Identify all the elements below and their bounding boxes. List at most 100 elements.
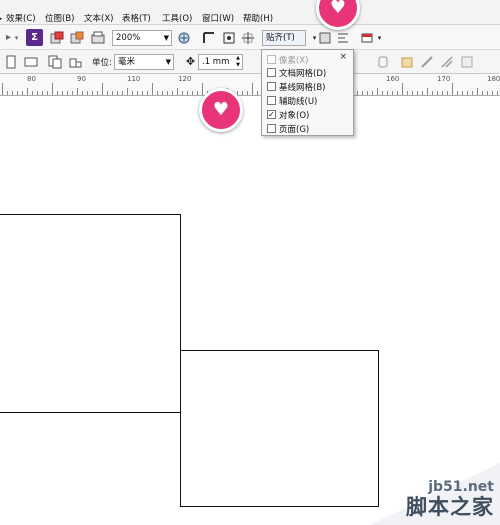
chevron-down-icon: ▼ <box>163 34 169 42</box>
menu-left-arrow[interactable]: ▸ <box>0 13 2 25</box>
all-pages-icon[interactable] <box>46 53 63 70</box>
menu-table[interactable]: 表格(T) <box>122 13 151 25</box>
chevron-down-icon: ▼ <box>165 58 171 66</box>
treat-as-filled-icon[interactable] <box>374 53 391 70</box>
nudge-icon: ✥ <box>185 55 196 68</box>
zoom-combo[interactable]: 200% ▼ <box>112 30 172 46</box>
watermark-name: 脚本之家 <box>406 495 494 519</box>
launcher-dropdown-arrow-icon[interactable]: ▾ <box>371 29 388 46</box>
ruler-tick <box>147 91 148 95</box>
ruler-tick <box>492 91 493 95</box>
snap-item-guidelines[interactable]: 辅助线(U) <box>267 94 317 107</box>
ruler-tick <box>17 91 18 95</box>
ruler-label: 80 <box>27 75 36 83</box>
horizontal-ruler: 80 90 110 120 160 170 180 <box>0 74 500 96</box>
menu-help[interactable]: 帮助(H) <box>243 13 273 25</box>
ruler-label: 160 <box>386 75 400 83</box>
full-screen-preview-icon[interactable] <box>175 29 192 46</box>
ruler-tick <box>427 88 428 95</box>
standard-toolbar: ▸ ▾ Ʃ 200% ▼ 贴齐(T) ▾ ▾ <box>0 25 500 50</box>
snap-item-pixels: 像素(X) <box>267 53 308 66</box>
ruler-tick <box>67 91 68 95</box>
ruler-tick <box>402 83 403 95</box>
ruler-tick <box>137 91 138 95</box>
ruler-tick <box>437 91 438 95</box>
show-guidelines-icon[interactable] <box>239 29 256 46</box>
ruler-tick <box>477 88 478 95</box>
ruler-tick <box>412 91 413 95</box>
portrait-page-icon[interactable] <box>2 53 19 70</box>
snap-item-objects[interactable]: ✓ 对象(O) <box>267 108 309 121</box>
draw-options-icon[interactable] <box>398 53 415 70</box>
menu-window[interactable]: 窗口(W) <box>202 13 234 25</box>
ruler-tick <box>22 91 23 95</box>
ruler-tick <box>257 91 258 95</box>
ruler-tick <box>357 91 358 95</box>
layout-options-icon[interactable] <box>458 53 475 70</box>
show-rulers-icon[interactable] <box>200 29 217 46</box>
corel-connect-icon[interactable]: Ʃ <box>26 29 43 46</box>
ruler-tick <box>487 91 488 95</box>
units-combo[interactable]: 毫米 ▼ <box>114 54 174 70</box>
ruler-tick <box>37 91 38 95</box>
ruler-tick <box>422 91 423 95</box>
ruler-tick <box>107 91 108 95</box>
menu-bitmaps[interactable]: 位图(B) <box>45 13 74 25</box>
ruler-tick <box>42 91 43 95</box>
menu-bar: ▸ 效果(C) 位图(B) 文本(X) 表格(T) 工具(O) 窗口(W) 帮助… <box>0 0 500 25</box>
ruler-tick <box>2 83 3 95</box>
edit-options-icon[interactable] <box>418 53 435 70</box>
ruler-tick <box>182 91 183 95</box>
import-icon[interactable] <box>48 29 65 46</box>
ruler-tick <box>417 91 418 95</box>
menu-text[interactable]: 文本(X) <box>84 13 113 25</box>
options-icon[interactable] <box>316 29 333 46</box>
snap-item-page[interactable]: 页面(G) <box>267 122 309 135</box>
export-icon[interactable] <box>68 29 85 46</box>
ruler-tick <box>52 83 53 95</box>
ruler-tick <box>187 91 188 95</box>
ruler-tick <box>132 91 133 95</box>
checkbox-icon <box>267 68 276 77</box>
ruler-tick <box>367 91 368 95</box>
ruler-tick <box>72 91 73 95</box>
nudge-distance-field[interactable]: .1 mm ▲ ▼ <box>198 54 243 70</box>
rectangle-object-2[interactable] <box>180 350 379 507</box>
checkmark-icon: ✓ <box>267 110 276 119</box>
ruler-tick <box>92 91 93 95</box>
ruler-tick <box>57 91 58 95</box>
snap-item-document-grid[interactable]: 文档网格(D) <box>267 66 326 79</box>
align-options-icon[interactable] <box>334 29 351 46</box>
unit-label: 单位: <box>92 58 112 68</box>
drawing-canvas[interactable] <box>0 97 500 525</box>
menu-tools[interactable]: 工具(O) <box>162 13 192 25</box>
ruler-tick <box>12 91 13 95</box>
ruler-tick <box>252 83 253 95</box>
checkbox-icon <box>267 124 276 133</box>
page-options-icon[interactable] <box>438 53 455 70</box>
heart-marker-objects-item: ♥ <box>199 88 243 132</box>
current-page-icon[interactable] <box>66 53 83 70</box>
landscape-page-icon[interactable] <box>22 53 39 70</box>
ruler-tick <box>87 91 88 95</box>
snap-to-dropdown[interactable]: 贴齐(T) <box>262 30 306 46</box>
ruler-tick <box>372 91 373 95</box>
ruler-tick <box>407 91 408 95</box>
dropdown-arrow-icon[interactable]: ▾ <box>8 29 25 46</box>
ruler-label: 110 <box>127 75 141 83</box>
ruler-tick <box>97 91 98 95</box>
menu-effects[interactable]: 效果(C) <box>6 13 36 25</box>
ruler-tick <box>447 91 448 95</box>
ruler-tick <box>377 88 378 95</box>
show-grid-icon[interactable] <box>220 29 237 46</box>
checkbox-icon <box>267 55 276 64</box>
ruler-tick <box>472 91 473 95</box>
ruler-tick <box>242 91 243 95</box>
close-icon[interactable]: × <box>339 52 347 62</box>
publish-pdf-icon[interactable] <box>89 29 106 46</box>
property-bar: 单位: 毫米 ▼ ✥ .1 mm ▲ ▼ <box>0 50 500 74</box>
snap-item-baseline-grid[interactable]: 基线网格(B) <box>267 80 325 93</box>
ruler-tick <box>157 91 158 95</box>
rectangle-object-1[interactable] <box>0 214 181 413</box>
ruler-tick <box>462 91 463 95</box>
